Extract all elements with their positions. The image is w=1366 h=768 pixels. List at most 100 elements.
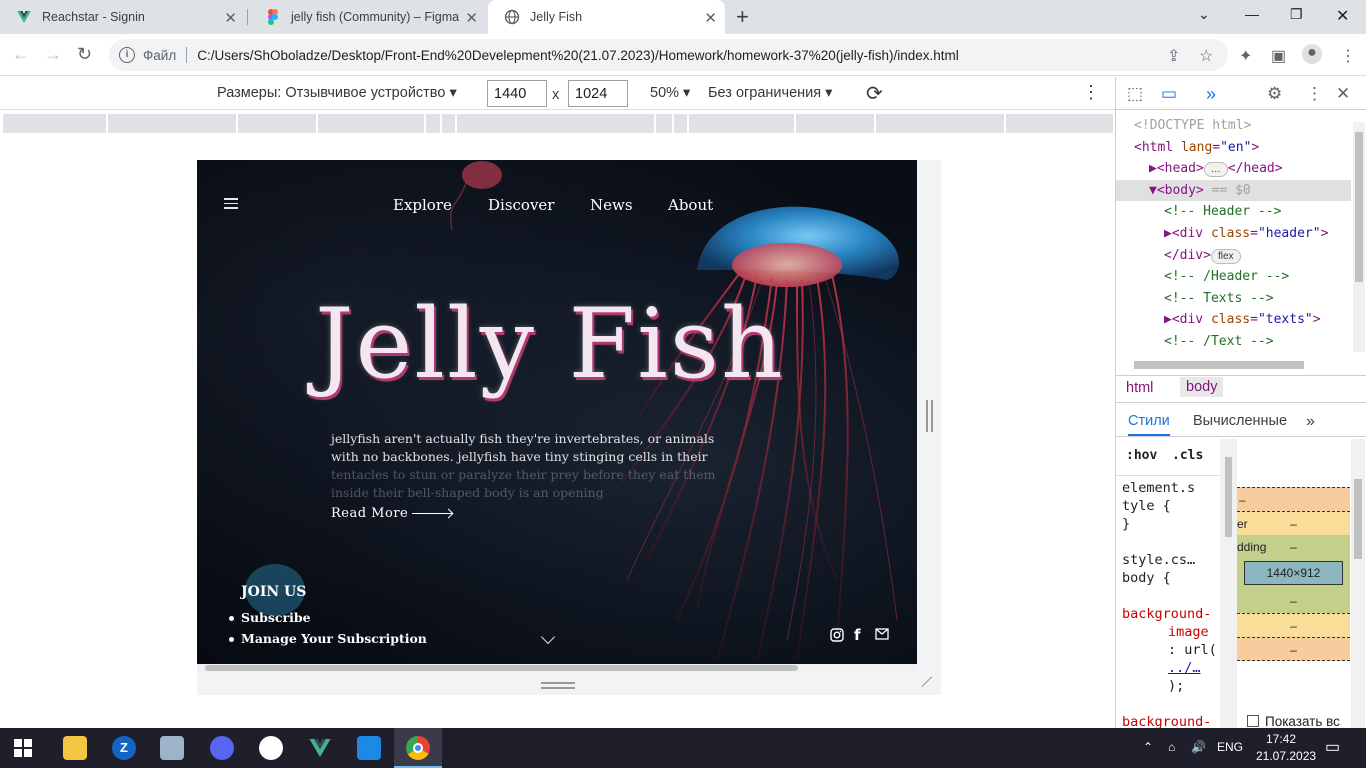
info-icon[interactable]: i (119, 47, 135, 63)
volume-icon[interactable]: 🔊 (1191, 740, 1206, 754)
style-line: tyle { (1122, 498, 1171, 514)
close-window-button[interactable]: ✕ (1336, 6, 1349, 26)
dom-node-line[interactable]: ▶<div class="header"> (1116, 223, 1351, 245)
zoom-select[interactable]: 50% ▾ (650, 85, 690, 101)
vscode-icon[interactable] (357, 736, 381, 760)
language-indicator[interactable]: ENG (1217, 740, 1243, 754)
styles-pane[interactable]: :hov .cls element.s tyle {} style.cs… body … (1116, 439, 1220, 730)
throttle-select[interactable]: Без ограничения ▾ (708, 85, 832, 101)
media-query-ruler[interactable] (3, 114, 1113, 133)
dom-node-line[interactable]: <html lang="en"> (1116, 137, 1351, 159)
device-toggle-icon[interactable]: ▭ (1161, 84, 1177, 104)
restore-button[interactable]: ❐ (1290, 6, 1303, 23)
file-explorer-icon[interactable] (63, 736, 87, 760)
crumb-html[interactable]: html (1124, 380, 1155, 396)
read-more-link[interactable]: Read More (331, 506, 408, 521)
elements-hscroll[interactable] (1122, 359, 1354, 371)
forward-icon[interactable]: → (44, 44, 62, 65)
tab-bar: Reachstar - Signin ✕ jelly fish (Communi… (0, 0, 1366, 34)
zalo-icon[interactable]: Z (112, 736, 136, 760)
scrollbar-thumb[interactable] (205, 665, 798, 671)
dom-node-line[interactable]: <!-- Texts --> (1116, 288, 1351, 310)
grip-horizontal-icon[interactable] (541, 682, 575, 689)
tab-jelly-fish[interactable]: Jelly Fish ✕ (488, 0, 725, 34)
windows-start-icon[interactable] (13, 738, 33, 758)
grip-vertical-icon[interactable] (926, 400, 933, 432)
tab-figma[interactable]: jelly fish (Community) – Figma ✕ (249, 0, 486, 34)
close-devtools-icon[interactable]: ✕ (1336, 84, 1350, 104)
extensions-icon[interactable]: ✦ (1239, 46, 1252, 66)
bookmark-star-icon[interactable]: ☆ (1199, 46, 1213, 66)
reload-icon[interactable]: ↻ (77, 44, 92, 65)
close-tab-icon[interactable]: ✕ (465, 9, 478, 27)
dom-node-line[interactable]: <!-- Header --> (1116, 201, 1351, 223)
tab-reachstar[interactable]: Reachstar - Signin ✕ (0, 0, 245, 34)
github-icon[interactable] (259, 736, 283, 760)
nav-explore[interactable]: Explore (393, 196, 452, 214)
close-tab-icon[interactable]: ✕ (704, 9, 717, 27)
back-icon[interactable]: ← (12, 44, 30, 65)
side-panel-icon[interactable]: ▣ (1271, 46, 1286, 66)
inspect-element-icon[interactable]: ⬚ (1127, 84, 1143, 104)
vue-icon (16, 9, 32, 25)
url-text[interactable]: C:/Users/ShOboladze/Desktop/Front-End%20… (197, 48, 959, 63)
dom-node-line[interactable]: ▶<head>… </head> (1116, 158, 1351, 180)
dom-node-line[interactable]: ▶<div class="texts"> (1116, 309, 1351, 331)
tab-styles[interactable]: Стили (1128, 413, 1170, 436)
box-scrollbar[interactable] (1351, 439, 1365, 728)
dom-node-line[interactable]: ▼<body> == $0 (1116, 179, 1351, 202)
devtools-toolbar: ⬚ ▭ » ⚙ ⋮ ✕ (1116, 77, 1366, 110)
tab-computed[interactable]: Вычисленные (1193, 413, 1287, 429)
manage-subscription-link[interactable]: Manage Your Subscription (229, 631, 427, 646)
style-line: body { (1122, 570, 1171, 586)
profile-avatar-icon[interactable]: ● (1302, 44, 1322, 64)
more-tabs-icon[interactable]: » (1306, 413, 1315, 431)
width-input[interactable] (487, 80, 547, 107)
rotate-icon[interactable]: ⟳ (866, 81, 883, 106)
nav-about[interactable]: About (668, 196, 713, 214)
notepad-icon[interactable] (160, 736, 184, 760)
more-panels-icon[interactable]: » (1206, 84, 1216, 105)
style-line (1122, 587, 1217, 605)
cls-filter[interactable]: .cls (1172, 447, 1203, 465)
mail-icon[interactable] (875, 628, 889, 644)
menu-dots-icon[interactable]: ⋮ (1340, 46, 1356, 66)
settings-gear-icon[interactable]: ⚙ (1267, 84, 1282, 104)
dom-node-line[interactable]: <!-- /Header --> (1116, 266, 1351, 288)
notifications-icon[interactable]: ▭ (1325, 737, 1340, 757)
subscribe-link[interactable]: Subscribe (229, 610, 311, 625)
styles-scrollbar[interactable] (1220, 439, 1237, 728)
vue-app-icon[interactable] (308, 736, 332, 760)
elements-tree[interactable]: <!DOCTYPE html> <html lang="en"> ▶<head>… <… (1116, 115, 1351, 353)
new-tab-button[interactable]: + (736, 4, 749, 30)
instagram-icon[interactable] (830, 628, 844, 646)
height-input[interactable] (568, 80, 628, 107)
nav-news[interactable]: News (590, 196, 633, 214)
devtools-menu-icon[interactable]: ⋮ (1306, 84, 1323, 104)
facebook-icon[interactable]: f (854, 626, 861, 644)
dom-node-line[interactable]: <!DOCTYPE html> (1116, 115, 1351, 137)
dom-node-line[interactable]: </div> flex (1116, 245, 1351, 267)
close-tab-icon[interactable]: ✕ (224, 9, 237, 27)
network-icon[interactable]: ⌂ (1168, 740, 1175, 754)
arrow-right-icon[interactable] (412, 513, 452, 514)
clock-time[interactable]: 17:42 (1266, 732, 1296, 746)
minimize-button[interactable]: — (1245, 6, 1259, 22)
hov-filter[interactable]: :hov (1126, 447, 1157, 465)
address-bar[interactable]: i Файл C:/Users/ShOboladze/Desktop/Front… (109, 39, 1228, 71)
tray-chevron-icon[interactable]: ⌃ (1143, 740, 1153, 754)
hamburger-menu-icon[interactable] (224, 198, 238, 212)
dom-node-line[interactable]: <!-- /Text --> (1116, 331, 1351, 353)
crumb-body[interactable]: body (1180, 377, 1224, 397)
clock-date[interactable]: 21.07.2023 (1256, 749, 1316, 763)
elements-scrollbar[interactable] (1353, 122, 1365, 352)
tab-search-icon[interactable]: ⌄ (1198, 6, 1210, 23)
chrome-icon[interactable] (406, 736, 430, 760)
style-line (1122, 695, 1217, 713)
discord-icon[interactable] (210, 736, 234, 760)
share-icon[interactable]: ⇪ (1167, 46, 1180, 66)
show-all-checkbox[interactable]: Показать вс (1247, 714, 1340, 728)
more-options-icon[interactable]: ⋮ (1082, 82, 1100, 103)
dimensions-select[interactable]: Размеры: Отзывчивое устройство ▾ (217, 85, 457, 101)
nav-discover[interactable]: Discover (488, 196, 554, 214)
